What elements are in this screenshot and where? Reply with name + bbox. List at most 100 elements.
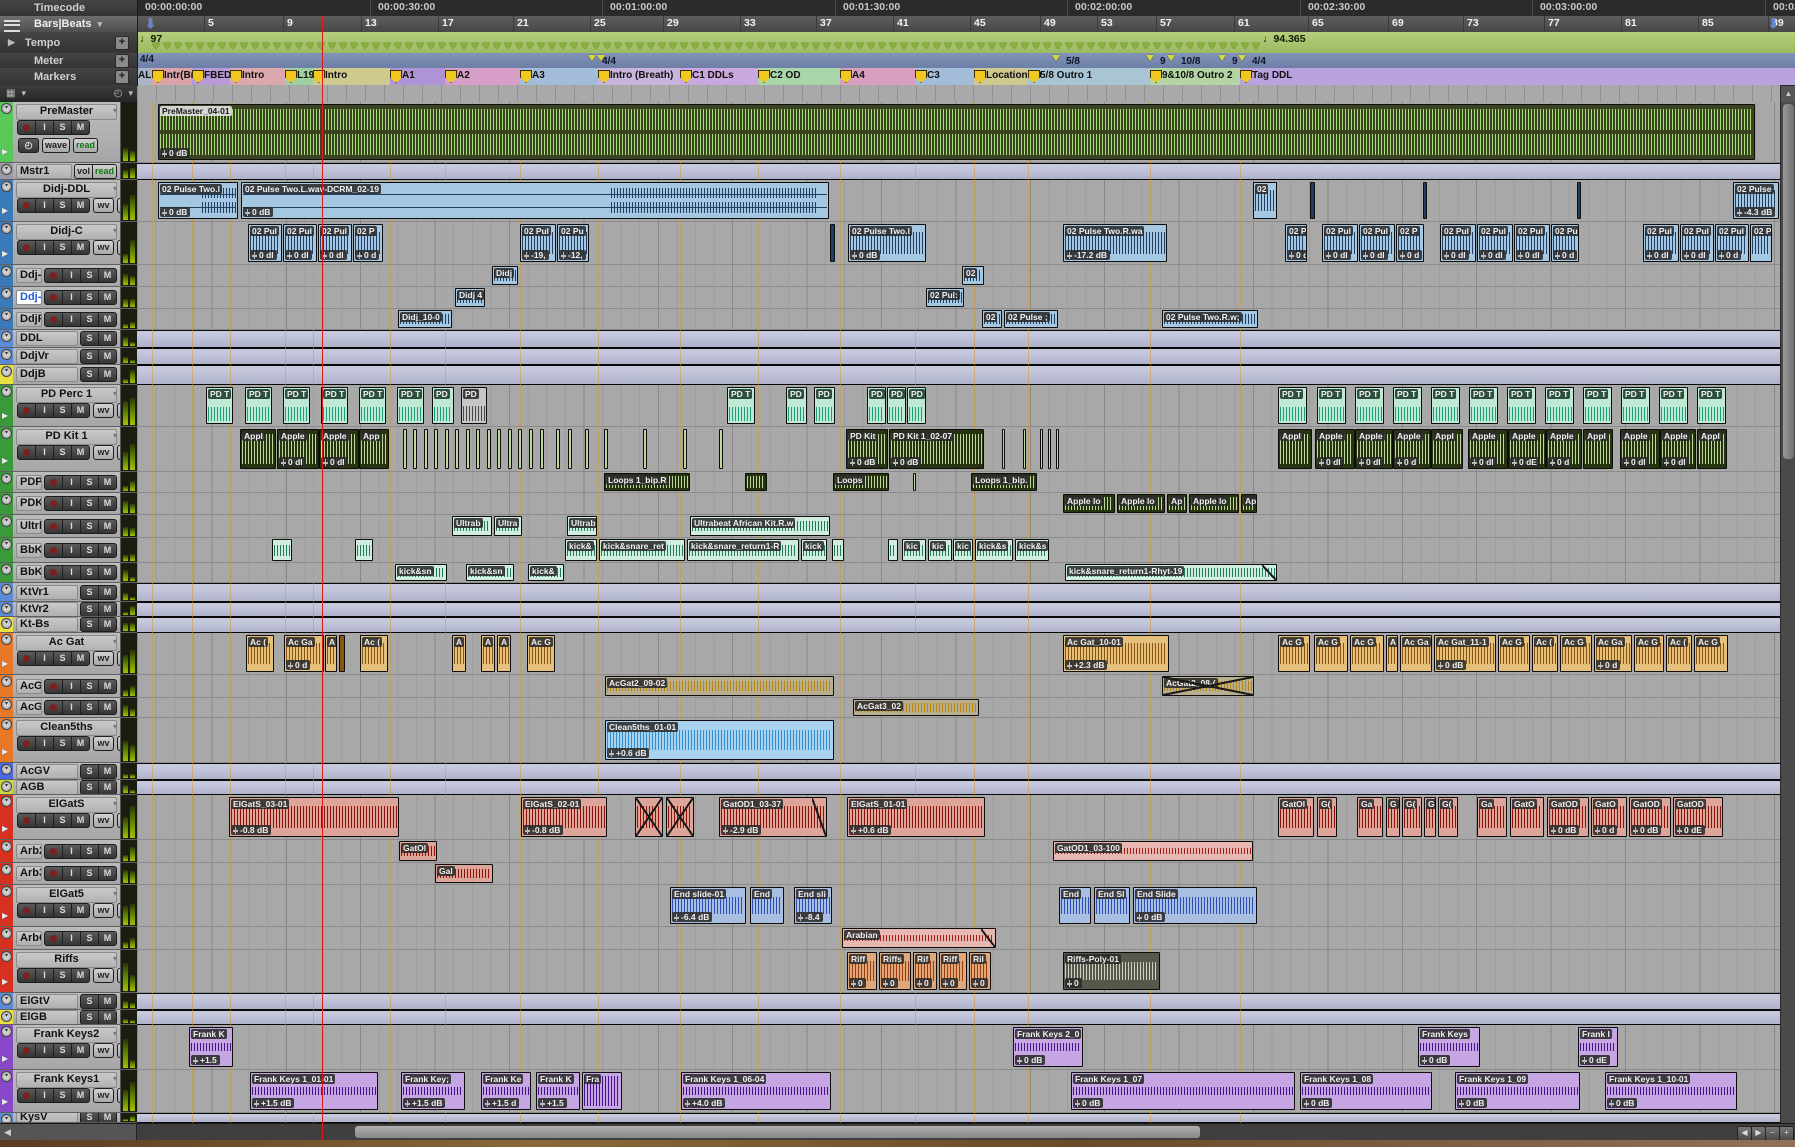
track-collapse-icon[interactable]: ▾: [1, 1114, 12, 1123]
track-collapse-icon[interactable]: ▾: [1, 796, 12, 807]
audio-clip[interactable]: Appl: [1278, 429, 1312, 469]
input-monitor-button[interactable]: I: [35, 1088, 54, 1103]
audio-clip[interactable]: GatOD1_03-37-2.9 dB: [719, 797, 827, 837]
track-row-kysv[interactable]: ▾KysVSM: [0, 1113, 137, 1123]
tempo-change-value[interactable]: ♩94.365: [1263, 33, 1306, 45]
clip-gain-badge[interactable]: +1.5 d: [483, 1098, 519, 1108]
tempo-event-triangle[interactable]: [834, 43, 842, 49]
content-row-ddjfl[interactable]: Didj_10-00202 Pulse ;02 Pulse Two.R.w;: [137, 309, 1780, 330]
tempo-event-triangle[interactable]: [361, 43, 369, 49]
audio-clip[interactable]: [529, 429, 533, 469]
audio-clip[interactable]: Appl: [1583, 429, 1613, 469]
content-row-acg2[interactable]: AcGat2_09-02AcGat2_08-(: [137, 675, 1780, 698]
clip-gain-badge[interactable]: 0 dl: [1622, 457, 1649, 467]
tempo-event-triangle[interactable]: [966, 43, 974, 49]
tempo-event-triangle[interactable]: [955, 43, 963, 49]
clip-gain-badge[interactable]: 0 dB: [850, 250, 880, 260]
clip-gain-badge[interactable]: 0: [1065, 978, 1082, 988]
tempo-event-triangle[interactable]: [735, 43, 743, 49]
track-row-elgats[interactable]: ▾▶ElGatS▾ISMwvred: [0, 795, 137, 840]
automation-read-button[interactable]: read: [73, 138, 98, 153]
tempo-event-triangle[interactable]: [614, 43, 622, 49]
tempo-event-triangle[interactable]: [1186, 43, 1194, 49]
track-name[interactable]: ElGat5: [16, 887, 117, 903]
audio-clip[interactable]: kick&snare_ret: [599, 539, 685, 561]
track-row-mstr1[interactable]: ▾Mstr1volread: [0, 163, 137, 180]
audio-clip[interactable]: PD T: [1621, 387, 1650, 424]
tempo-event-triangle[interactable]: [1043, 43, 1051, 49]
tempo-event-triangle[interactable]: [185, 43, 193, 49]
audio-clip[interactable]: Ac G: [1278, 635, 1310, 672]
audio-clip[interactable]: kic: [928, 539, 952, 561]
mute-button[interactable]: M: [71, 445, 90, 460]
track-color-strip[interactable]: ▾: [0, 863, 13, 884]
track-name[interactable]: PDP2: [16, 475, 42, 490]
track-name[interactable]: AcG2: [16, 679, 42, 694]
audio-clip[interactable]: Frank Keys 2_00 dB: [1013, 1027, 1083, 1067]
audio-clip[interactable]: Ac G: [527, 635, 555, 672]
record-button[interactable]: [44, 543, 63, 558]
playlist-arrow-icon[interactable]: ▶: [2, 206, 8, 215]
track-color-strip[interactable]: ▾: [0, 309, 13, 329]
tempo-event-triangle[interactable]: [570, 43, 578, 49]
audio-clip[interactable]: kick: [801, 539, 827, 561]
solo-button[interactable]: S: [80, 780, 99, 795]
audio-clip[interactable]: Ac G: [1498, 635, 1530, 672]
audio-clip[interactable]: [403, 429, 407, 469]
timeline-selection-flag[interactable]: ⬇: [145, 16, 156, 32]
solo-button[interactable]: S: [53, 1043, 72, 1058]
clip-gain-badge[interactable]: 0 d: [1717, 250, 1741, 260]
content-row-premaster[interactable]: PreMaster_04-010 dB: [137, 102, 1780, 163]
tempo-event-triangle[interactable]: [724, 43, 732, 49]
track-row-acgv[interactable]: ▾AcGVSM: [0, 763, 137, 780]
audio-clip[interactable]: [585, 429, 589, 469]
clip-gain-badge[interactable]: 0 dE: [1510, 457, 1540, 467]
tempo-event-triangle[interactable]: [482, 43, 490, 49]
audio-clip[interactable]: [518, 429, 522, 469]
add-meter-button[interactable]: +: [115, 54, 129, 68]
audio-clip[interactable]: PD T: [397, 387, 424, 424]
content-row-ultrbt[interactable]: UltrabUltraUltrabUltrabeat African Kit.R…: [137, 515, 1780, 538]
mute-button[interactable]: M: [71, 120, 90, 135]
mute-button[interactable]: M: [98, 519, 117, 534]
audio-clip[interactable]: AcGat2_09-02: [605, 676, 834, 696]
input-monitor-button[interactable]: I: [35, 445, 54, 460]
meter-event-triangle[interactable]: [1238, 55, 1246, 61]
tempo-event-triangle[interactable]: [372, 43, 380, 49]
solo-button[interactable]: S: [80, 268, 99, 283]
audio-clip[interactable]: [1002, 429, 1005, 469]
track-collapse-icon[interactable]: ▾: [1, 634, 12, 645]
audio-clip[interactable]: [487, 429, 491, 469]
audio-clip[interactable]: Loops 1_bip.R: [604, 473, 690, 491]
track-collapse-icon[interactable]: ▾: [1, 181, 12, 192]
solo-button[interactable]: S: [80, 1113, 99, 1123]
mute-button[interactable]: M: [98, 268, 117, 283]
timebase-clock-icon[interactable]: ◴: [114, 88, 123, 99]
audio-clip[interactable]: Frank Keys 1_10-010 dB: [1605, 1072, 1737, 1110]
audio-clip[interactable]: [719, 429, 723, 469]
solo-button[interactable]: S: [80, 331, 99, 346]
audio-clip[interactable]: 02 Pul0 dl: [1514, 224, 1550, 262]
clip-gain-badge[interactable]: 0 dl: [1442, 250, 1469, 260]
track-name[interactable]: Riffs: [16, 952, 117, 968]
audio-clip[interactable]: End sli-8.4: [794, 887, 832, 924]
clip-gain-badge[interactable]: 0 dl: [1662, 457, 1689, 467]
track-collapse-icon[interactable]: ▾: [1, 886, 12, 897]
tempo-event-triangle[interactable]: [548, 43, 556, 49]
track-row-elgat5[interactable]: ▾▶ElGat5▾ISMwvred: [0, 885, 137, 927]
mute-button[interactable]: M: [98, 312, 117, 327]
clip-gain-badge[interactable]: -6.4 dB: [672, 912, 712, 922]
track-name[interactable]: Ac Gat: [16, 635, 117, 651]
clip-gain-badge[interactable]: 0 dB: [1302, 1098, 1332, 1108]
track-color-strip[interactable]: ▾: [0, 780, 13, 794]
track-collapse-icon[interactable]: ▾: [1, 288, 12, 299]
timebase-clock-icon[interactable]: ◴: [18, 138, 39, 153]
waveform-view-button[interactable]: wv: [93, 1088, 114, 1103]
track-row-pdk2[interactable]: ▾PDK2ISM: [0, 493, 137, 515]
track-collapse-icon[interactable]: ▾: [1, 564, 12, 575]
mute-button[interactable]: M: [98, 1113, 117, 1123]
track-name[interactable]: AGB: [16, 780, 78, 795]
clip-gain-badge[interactable]: +4.0 dB: [683, 1098, 725, 1108]
audio-clip[interactable]: Apple lo: [1117, 494, 1165, 513]
record-button[interactable]: [44, 519, 63, 534]
